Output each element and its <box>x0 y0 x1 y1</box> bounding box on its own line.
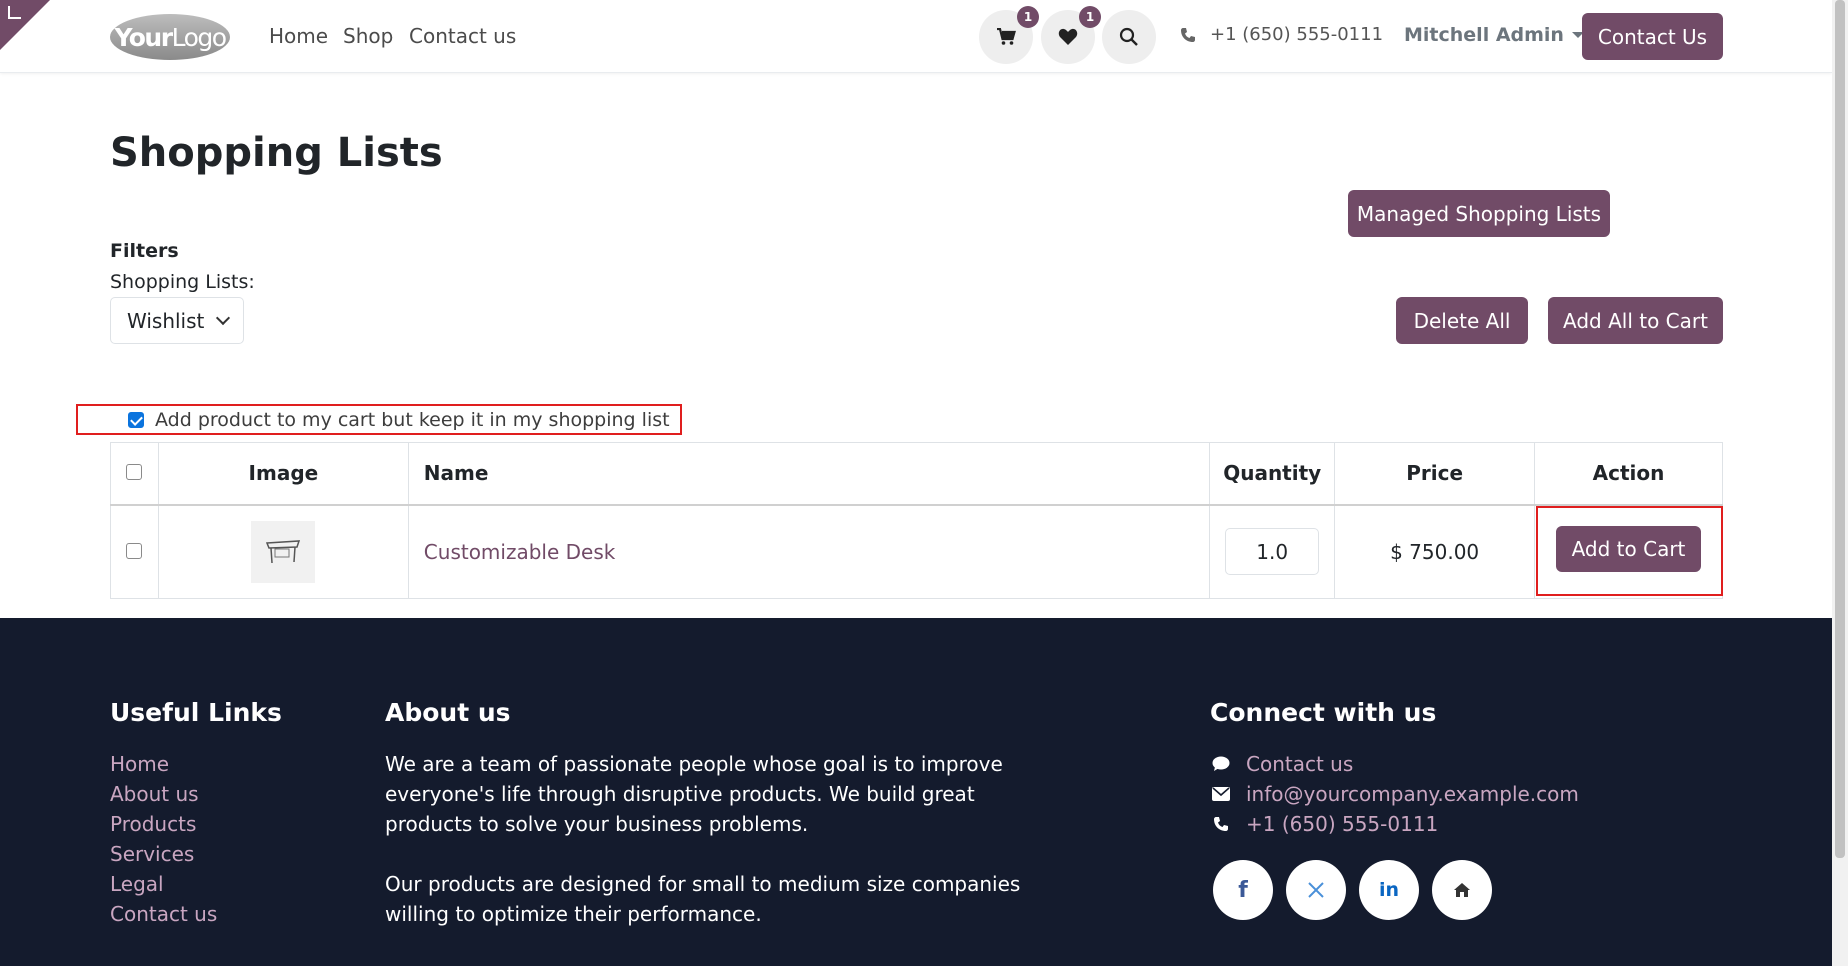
wishlist-count-badge: 1 <box>1079 6 1101 28</box>
nav-shop[interactable]: Shop <box>343 24 393 48</box>
connect-list: Contact us info@yourcompany.example.com … <box>1210 749 1579 839</box>
footer-link-contact[interactable]: Contact us <box>110 899 217 929</box>
search-button[interactable] <box>1102 10 1156 64</box>
cart-button[interactable]: 1 <box>979 6 1039 64</box>
column-header-action: Action <box>1534 442 1723 506</box>
shopping-list-table: Image Name Quantity Price Action Customi… <box>110 442 1723 599</box>
cart-count-badge: 1 <box>1017 6 1039 28</box>
useful-links-list: Home About us Products Services Legal Co… <box>110 749 217 929</box>
about-paragraph-1: We are a team of passionate people whose… <box>385 752 1003 836</box>
about-heading: About us <box>385 698 511 727</box>
select-all-checkbox[interactable] <box>126 464 143 481</box>
keep-in-list-checkbox[interactable] <box>128 412 144 428</box>
quantity-input[interactable]: 1.0 <box>1225 528 1320 576</box>
column-header-image: Image <box>157 442 409 506</box>
header-phone-number: +1 (650) 555-0111 <box>1210 24 1384 45</box>
search-icon <box>1119 27 1138 46</box>
column-header-price: Price <box>1334 442 1536 506</box>
add-to-cart-button[interactable]: Add to Cart <box>1556 526 1701 572</box>
row-checkbox[interactable] <box>126 542 143 559</box>
wishlist-button[interactable]: 1 <box>1041 6 1101 64</box>
keep-in-list-label: Add product to my cart but keep it in my… <box>155 408 670 431</box>
row-select-cell <box>110 504 159 599</box>
add-all-to-cart-button[interactable]: Add All to Cart <box>1548 297 1723 344</box>
desk-icon <box>266 539 301 563</box>
site-header: Your Logo Home Shop Contact us 1 1 +1 (65… <box>0 0 1832 73</box>
comment-icon <box>1210 756 1232 772</box>
managed-shopping-lists-button[interactable]: Managed Shopping Lists <box>1348 190 1610 237</box>
user-name: Mitchell Admin <box>1404 24 1564 46</box>
about-paragraph-2: Our products are designed for small to m… <box>385 872 1021 926</box>
corner-mark-icon <box>8 6 21 19</box>
column-header-quantity: Quantity <box>1209 442 1336 506</box>
quantity-cell: 1.0 <box>1209 504 1336 599</box>
x-twitter-button[interactable] <box>1286 860 1346 920</box>
shopping-list-select[interactable]: Wishlist <box>110 297 244 344</box>
linkedin-button[interactable]: in <box>1359 860 1419 920</box>
footer-phone: +1 (650) 555-0111 <box>1246 812 1439 836</box>
filters-heading: Filters <box>110 240 179 262</box>
facebook-icon: f <box>1238 877 1248 903</box>
delete-all-button[interactable]: Delete All <box>1396 297 1528 344</box>
footer-email: info@yourcompany.example.com <box>1246 782 1579 806</box>
selected-list-value: Wishlist <box>127 308 205 333</box>
linkedin-icon: in <box>1378 879 1400 901</box>
logo-text-thin: Logo <box>171 22 227 52</box>
envelope-icon <box>1210 787 1232 801</box>
keep-in-list-option: Add product to my cart but keep it in my… <box>76 404 682 435</box>
site-logo[interactable]: Your Logo <box>110 14 230 60</box>
footer-link-home[interactable]: Home <box>110 749 217 779</box>
x-icon <box>1308 882 1324 898</box>
about-text: We are a team of passionate people whose… <box>385 749 1035 929</box>
footer-link-legal[interactable]: Legal <box>110 869 217 899</box>
phone-icon <box>1181 27 1195 42</box>
heart-icon <box>1058 28 1078 45</box>
site-footer: Useful Links Home About us Products Serv… <box>0 618 1832 966</box>
scrollbar-thumb[interactable] <box>1835 0 1845 858</box>
facebook-button[interactable]: f <box>1213 860 1273 920</box>
phone-icon <box>1210 816 1232 832</box>
cart-icon <box>997 28 1016 45</box>
price-cell: $ 750.00 <box>1334 504 1536 599</box>
chevron-down-icon <box>216 310 231 326</box>
nav-home[interactable]: Home <box>269 24 328 48</box>
product-image-cell <box>157 504 409 599</box>
footer-link-services[interactable]: Services <box>110 839 217 869</box>
table-row: Customizable Desk 1.0 $ 750.00 <box>110 504 1723 599</box>
table-header-row: Image Name Quantity Price Action <box>110 442 1723 506</box>
product-name-link[interactable]: Customizable Desk <box>407 504 1211 599</box>
home-icon <box>1454 883 1470 897</box>
nav-contact-us[interactable]: Contact us <box>409 24 516 48</box>
contact-us-button[interactable]: Contact Us <box>1582 13 1723 60</box>
footer-email-row[interactable]: info@yourcompany.example.com <box>1210 779 1579 809</box>
product-image[interactable] <box>251 520 316 583</box>
connect-heading: Connect with us <box>1210 698 1437 727</box>
useful-links-heading: Useful Links <box>110 698 282 727</box>
footer-link-about[interactable]: About us <box>110 779 217 809</box>
user-menu[interactable]: Mitchell Admin <box>1404 24 1584 46</box>
logo-text-bold: Your <box>114 22 173 52</box>
column-header-name: Name <box>407 442 1211 506</box>
page-title: Shopping Lists <box>110 130 443 176</box>
footer-link-products[interactable]: Products <box>110 809 217 839</box>
home-button[interactable] <box>1432 860 1492 920</box>
page-scrollbar[interactable] <box>1832 0 1848 966</box>
header-phone[interactable]: +1 (650) 555-0111 <box>1180 24 1383 45</box>
select-all-cell <box>110 442 159 506</box>
footer-contact-row[interactable]: Contact us <box>1210 749 1579 779</box>
footer-phone-row[interactable]: +1 (650) 555-0111 <box>1210 809 1579 839</box>
footer-contact-link: Contact us <box>1246 752 1354 776</box>
shopping-lists-label: Shopping Lists: <box>110 271 255 293</box>
